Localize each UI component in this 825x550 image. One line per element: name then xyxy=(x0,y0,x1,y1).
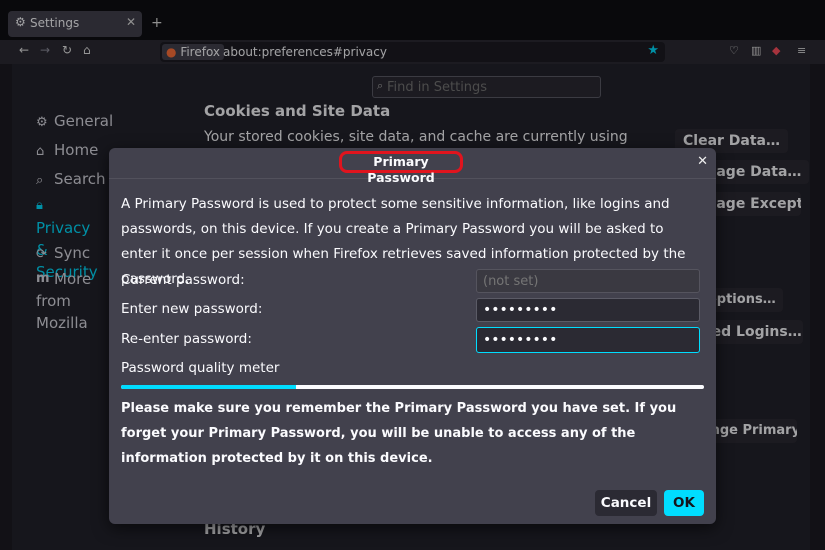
new-password-field[interactable] xyxy=(476,298,700,322)
dialog-warning: Please make sure you remember the Primar… xyxy=(121,401,677,466)
password-quality-meter-fill xyxy=(121,385,296,389)
close-icon[interactable]: ✕ xyxy=(697,154,708,169)
reenter-password-label: Re-enter password: xyxy=(121,331,252,347)
password-quality-meter xyxy=(121,385,704,389)
cancel-button[interactable]: Cancel xyxy=(595,490,657,516)
current-password-label: Current password: xyxy=(121,272,245,288)
dialog-title: Primary Password xyxy=(339,151,463,185)
current-password-field xyxy=(476,269,700,293)
reenter-password-field[interactable] xyxy=(476,327,700,353)
primary-password-dialog: Primary Password ✕ A Primary Password is… xyxy=(109,148,716,524)
new-password-label: Enter new password: xyxy=(121,301,263,317)
password-quality-label: Password quality meter xyxy=(121,360,280,376)
ok-button[interactable]: OK xyxy=(664,490,704,516)
dialog-titlebar: Primary Password ✕ xyxy=(109,148,716,185)
